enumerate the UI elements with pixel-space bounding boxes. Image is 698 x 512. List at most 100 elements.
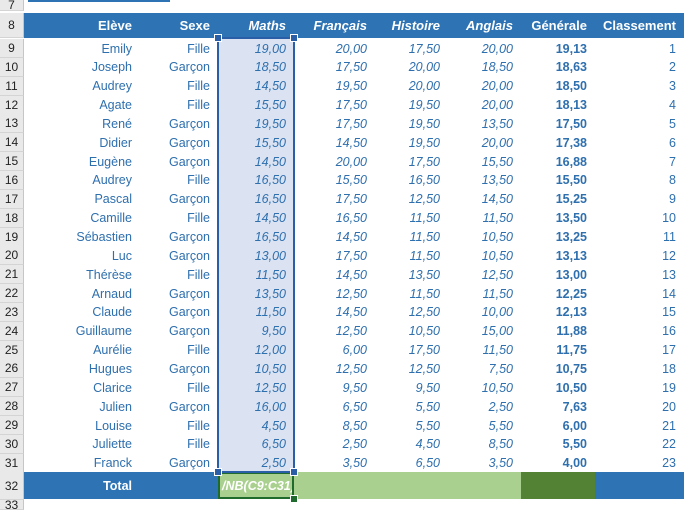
cell-classement[interactable]: 14: [595, 284, 684, 303]
cell-maths[interactable]: 11,50: [218, 302, 294, 322]
header-classement[interactable]: Classement: [595, 13, 684, 38]
cell-generale[interactable]: 7,63: [521, 397, 595, 416]
cell-generale[interactable]: 10,75: [521, 359, 595, 378]
cell-maths[interactable]: 13,00: [218, 246, 294, 266]
selection-handle-bottom-right[interactable]: [290, 468, 298, 476]
row-header-11[interactable]: 11: [0, 76, 24, 96]
header-sexe[interactable]: Sexe: [140, 13, 218, 38]
cell-sexe[interactable]: Garçon: [140, 114, 218, 133]
cell-francais[interactable]: 2,50: [294, 435, 375, 454]
row-header-23[interactable]: 23: [0, 302, 24, 322]
row-header-14[interactable]: 14: [0, 133, 24, 153]
cell-generale[interactable]: 18,13: [521, 96, 595, 115]
cell-anglais[interactable]: 10,00: [448, 303, 521, 322]
row-header-16[interactable]: 16: [0, 170, 24, 190]
row-header-18[interactable]: 18: [0, 208, 24, 228]
cell-classement[interactable]: 21: [595, 416, 684, 435]
cell-sexe[interactable]: Garçon: [140, 246, 218, 265]
cell-histoire[interactable]: 6,50: [375, 454, 448, 473]
cell-eleve[interactable]: Emily: [24, 39, 140, 58]
cell-sexe[interactable]: Fille: [140, 378, 218, 397]
cell-francais[interactable]: 9,50: [294, 378, 375, 397]
cell-maths[interactable]: 4,50: [218, 416, 294, 435]
cell-francais[interactable]: 17,50: [294, 114, 375, 133]
cell-eleve[interactable]: Clarice: [24, 378, 140, 397]
row-header-31[interactable]: 31: [0, 453, 24, 473]
row-header-15[interactable]: 15: [0, 152, 24, 172]
row-header-33[interactable]: 33: [0, 499, 24, 511]
cell-generale[interactable]: 19,13: [521, 39, 595, 58]
cell-anglais[interactable]: 11,50: [448, 341, 521, 360]
cell-sexe[interactable]: Fille: [140, 39, 218, 58]
cell-maths[interactable]: 2,50: [218, 453, 294, 473]
cell-francais[interactable]: 14,50: [294, 133, 375, 152]
row-header-20[interactable]: 20: [0, 246, 24, 266]
cell-sexe[interactable]: Garçon: [140, 284, 218, 303]
cell-generale[interactable]: 17,50: [521, 114, 595, 133]
total-label[interactable]: Total: [24, 472, 140, 499]
header-francais[interactable]: Français: [294, 13, 375, 38]
cell-eleve[interactable]: Julien: [24, 397, 140, 416]
row-header-26[interactable]: 26: [0, 359, 24, 379]
cell-classement[interactable]: 11: [595, 228, 684, 247]
cell-francais[interactable]: 15,50: [294, 171, 375, 190]
cell-francais[interactable]: 20,00: [294, 39, 375, 58]
cell-anglais[interactable]: 8,50: [448, 435, 521, 454]
cell-generale[interactable]: 15,50: [521, 171, 595, 190]
cell-classement[interactable]: 19: [595, 378, 684, 397]
header-anglais[interactable]: Anglais: [448, 13, 521, 38]
cell-eleve[interactable]: Hugues: [24, 359, 140, 378]
cell-francais[interactable]: 17,50: [294, 96, 375, 115]
cell-eleve[interactable]: Thérèse: [24, 265, 140, 284]
cell-maths[interactable]: 19,00: [218, 39, 294, 58]
cell-maths[interactable]: 6,50: [218, 434, 294, 454]
total-sexe-cell[interactable]: [140, 472, 218, 499]
cell-maths[interactable]: 12,00: [218, 340, 294, 360]
row-header-32[interactable]: 32: [0, 472, 24, 500]
cell-eleve[interactable]: Louise: [24, 416, 140, 435]
row-header-22[interactable]: 22: [0, 284, 24, 304]
cell-eleve[interactable]: Audrey: [24, 77, 140, 96]
row-header-27[interactable]: 27: [0, 378, 24, 398]
cell-sexe[interactable]: Fille: [140, 435, 218, 454]
cell-maths[interactable]: 14,50: [218, 208, 294, 228]
cell-histoire[interactable]: 20,00: [375, 58, 448, 77]
cell-maths[interactable]: 9,50: [218, 321, 294, 341]
cell-francais[interactable]: 20,00: [294, 152, 375, 171]
cell-sexe[interactable]: Garçon: [140, 228, 218, 247]
cell-anglais[interactable]: 13,50: [448, 114, 521, 133]
cell-histoire[interactable]: 10,50: [375, 322, 448, 341]
cell-sexe[interactable]: Garçon: [140, 152, 218, 171]
cell-anglais[interactable]: 20,00: [448, 96, 521, 115]
cell-generale[interactable]: 4,00: [521, 454, 595, 473]
cell-sexe[interactable]: Garçon: [140, 58, 218, 77]
cell-classement[interactable]: 9: [595, 190, 684, 209]
cell-histoire[interactable]: 19,50: [375, 133, 448, 152]
row-header-8[interactable]: 8: [0, 13, 24, 38]
cell-eleve[interactable]: Sébastien: [24, 228, 140, 247]
cell-histoire[interactable]: 11,50: [375, 246, 448, 265]
cell-eleve[interactable]: Franck: [24, 454, 140, 473]
cell-histoire[interactable]: 4,50: [375, 435, 448, 454]
cell-anglais[interactable]: 5,50: [448, 416, 521, 435]
fill-handle[interactable]: [290, 495, 298, 503]
cell-anglais[interactable]: 7,50: [448, 359, 521, 378]
cell-sexe[interactable]: Fille: [140, 209, 218, 228]
total-francais-cell[interactable]: [294, 472, 375, 499]
cell-francais[interactable]: 3,50: [294, 454, 375, 473]
cell-eleve[interactable]: Pascal: [24, 190, 140, 209]
cell-histoire[interactable]: 13,50: [375, 265, 448, 284]
cell-sexe[interactable]: Garçon: [140, 359, 218, 378]
cell-generale[interactable]: 12,25: [521, 284, 595, 303]
cell-francais[interactable]: 19,50: [294, 77, 375, 96]
cell-histoire[interactable]: 12,50: [375, 359, 448, 378]
row-header-7[interactable]: 7: [0, 0, 24, 11]
cell-sexe[interactable]: Garçon: [140, 454, 218, 473]
cell-maths[interactable]: 11,50: [218, 265, 294, 285]
cell-maths[interactable]: 16,00: [218, 397, 294, 417]
cell-eleve[interactable]: René: [24, 114, 140, 133]
row-header-24[interactable]: 24: [0, 321, 24, 341]
cell-histoire[interactable]: 11,50: [375, 284, 448, 303]
cell-generale[interactable]: 13,25: [521, 228, 595, 247]
cell-anglais[interactable]: 20,00: [448, 39, 521, 58]
